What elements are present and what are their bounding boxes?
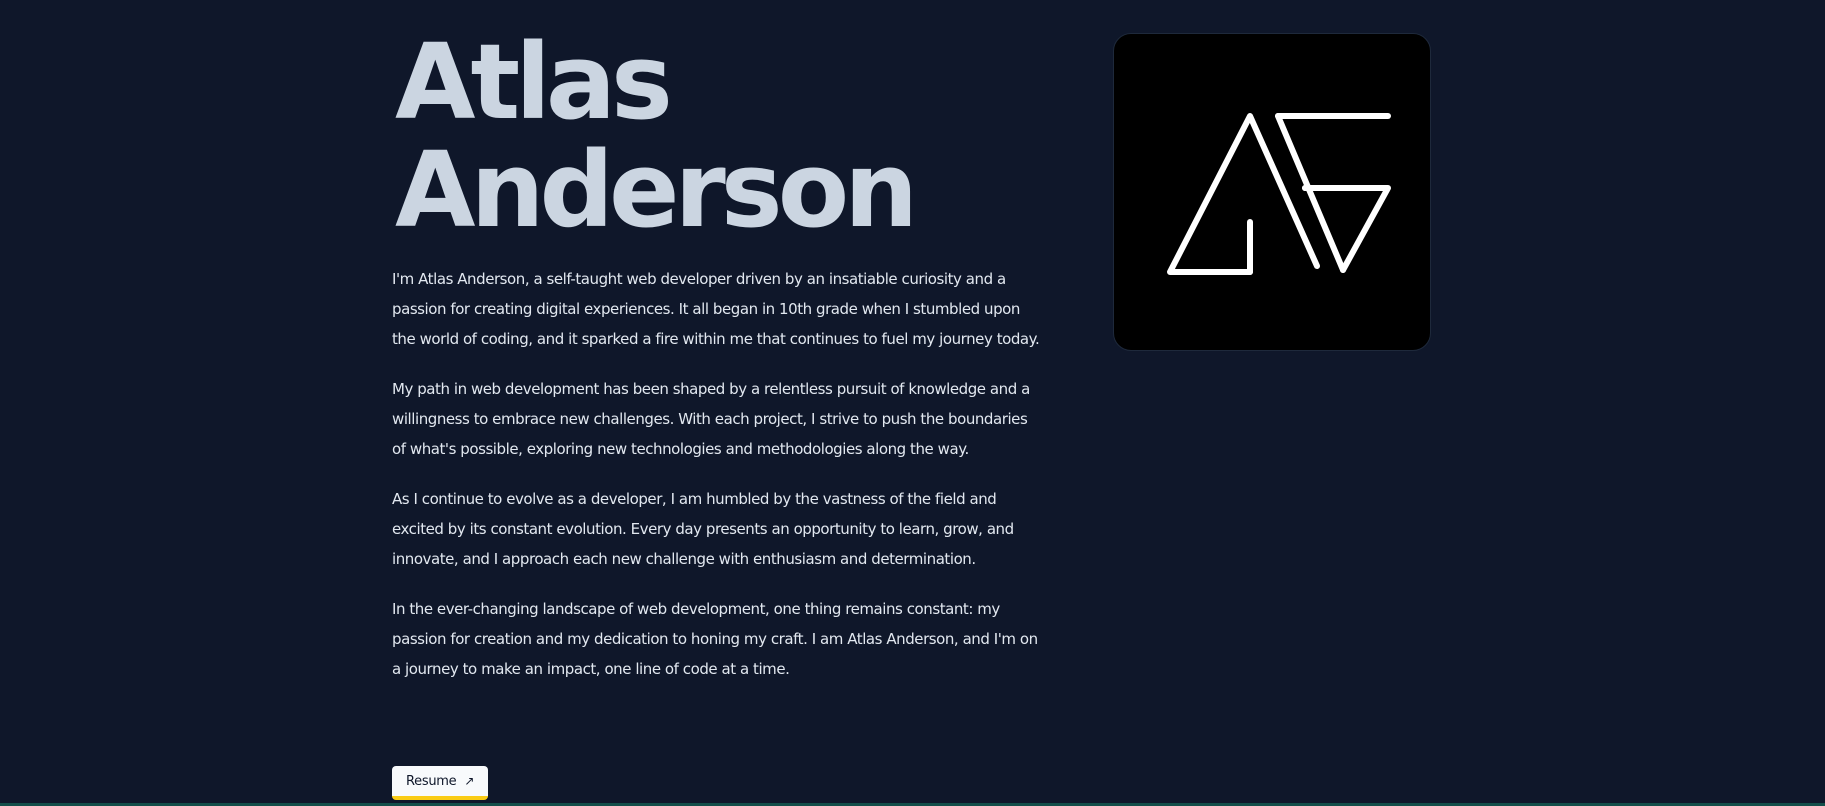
- name-last: Anderson: [395, 129, 918, 251]
- resume-button-label: Resume: [406, 773, 457, 789]
- bio-paragraph: As I continue to evolve as a developer, …: [392, 490, 1014, 568]
- bio-paragraph: I'm Atlas Anderson, a self-taught web de…: [392, 270, 1040, 348]
- bio-paragraph: In the ever-changing landscape of web de…: [392, 600, 1038, 678]
- logo-card: [1113, 33, 1431, 351]
- about-section: Atlas Anderson I'm Atlas Anderson, a sel…: [392, 28, 1432, 800]
- name-first: Atlas: [395, 21, 673, 143]
- page-title: Atlas Anderson: [392, 28, 1044, 244]
- about-text-column: Atlas Anderson I'm Atlas Anderson, a sel…: [392, 28, 1044, 704]
- bio: I'm Atlas Anderson, a self-taught web de…: [392, 264, 1044, 684]
- arrow-up-right-icon: ↗: [464, 774, 475, 788]
- bio-paragraph: My path in web development has been shap…: [392, 380, 1030, 458]
- atlas-anderson-monogram-logo: [1167, 113, 1391, 275]
- resume-button[interactable]: Resume ↗: [392, 766, 489, 800]
